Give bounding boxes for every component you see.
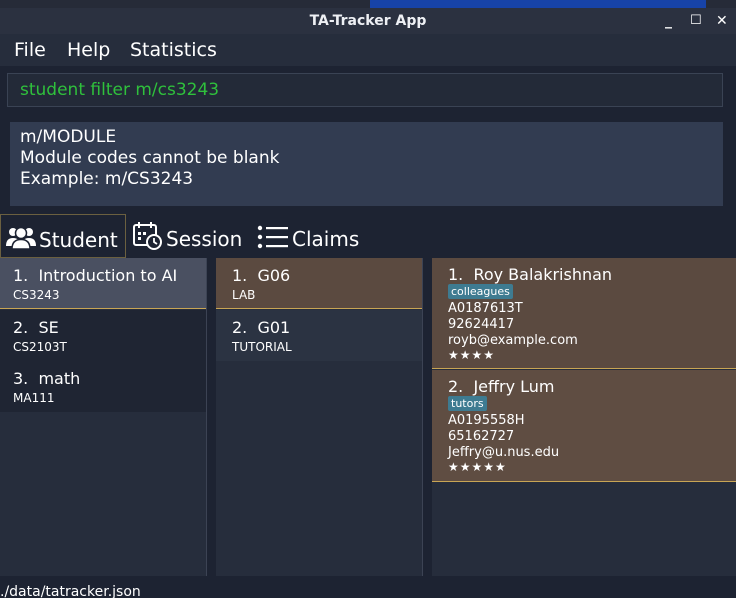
minimize-icon[interactable]: _ xyxy=(665,8,672,34)
result-line-3: Example: m/CS3243 xyxy=(20,169,194,189)
window-title: TA-Tracker App xyxy=(309,13,427,29)
tab-session-label: Session xyxy=(166,227,243,251)
group-type: TUTORIAL xyxy=(232,340,292,354)
users-icon xyxy=(6,226,36,250)
student-email: royb@example.com xyxy=(448,333,578,348)
data-file-path: ./data/tatracker.json xyxy=(0,584,141,598)
result-line-2: Module codes cannot be blank xyxy=(20,148,280,168)
student-list: 1. Roy Balakrishnan colleagues A0187613T… xyxy=(432,258,736,576)
module-card[interactable]: 2. SE CS2103T xyxy=(0,310,206,361)
title-bar[interactable]: TA-Tracker App _ ☐ ✕ xyxy=(0,8,736,34)
group-card[interactable]: 1. G06 LAB xyxy=(216,258,422,309)
maximize-icon[interactable]: ☐ xyxy=(690,8,702,34)
status-bar: ./data/tatracker.json xyxy=(0,576,736,598)
tab-student-label: Student xyxy=(39,228,118,252)
tag-badge: colleagues xyxy=(448,284,513,299)
star-rating: ★★★★★ xyxy=(448,460,507,474)
command-input[interactable] xyxy=(8,74,722,106)
module-code: CS3243 xyxy=(13,288,60,302)
star-rating: ★★★★ xyxy=(448,348,496,362)
menu-statistics[interactable]: Statistics xyxy=(130,39,217,61)
list-icon xyxy=(257,225,288,249)
menu-help[interactable]: Help xyxy=(67,39,110,61)
student-name: 1. Roy Balakrishnan xyxy=(448,265,613,284)
group-title: 2. G01 xyxy=(232,318,291,337)
group-list: 1. G06 LAB 2. G01 TUTORIAL xyxy=(216,258,423,576)
desktop-strip xyxy=(0,0,736,8)
command-box xyxy=(7,73,723,107)
module-title: 1. Introduction to AI xyxy=(13,266,178,285)
module-card[interactable]: 1. Introduction to AI CS3243 xyxy=(0,258,206,309)
result-line-1: m/MODULE xyxy=(20,127,117,147)
group-card[interactable]: 2. G01 TUTORIAL xyxy=(216,310,422,361)
student-matric: A0187613T xyxy=(448,301,523,316)
calendar-clock-icon xyxy=(133,222,162,250)
student-phone: 65162727 xyxy=(448,429,515,444)
result-display: m/MODULE Module codes cannot be blank Ex… xyxy=(10,122,723,206)
tag-badge: tutors xyxy=(448,396,487,411)
desktop-strip-highlight xyxy=(370,0,706,8)
menu-bar: File Help Statistics xyxy=(0,34,736,66)
student-email: Jeffry@u.nus.edu xyxy=(448,445,560,460)
module-list: 1. Introduction to AI CS3243 2. SE CS210… xyxy=(0,258,207,576)
module-title: 2. SE xyxy=(13,318,59,337)
tab-session[interactable]: Session xyxy=(130,214,250,258)
module-title: 3. math xyxy=(13,369,81,388)
student-card[interactable]: 2. Jeffry Lum tutors A0195558H 65162727 … xyxy=(432,370,736,482)
student-card[interactable]: 1. Roy Balakrishnan colleagues A0187613T… xyxy=(432,258,736,369)
menu-file[interactable]: File xyxy=(14,39,46,61)
group-title: 1. G06 xyxy=(232,266,291,285)
module-code: MA111 xyxy=(13,391,55,405)
student-phone: 92624417 xyxy=(448,317,515,332)
close-icon[interactable]: ✕ xyxy=(716,8,728,34)
student-name: 2. Jeffry Lum xyxy=(448,377,555,396)
student-matric: A0195558H xyxy=(448,413,525,428)
module-code: CS2103T xyxy=(13,340,67,354)
tab-claims-label: Claims xyxy=(292,227,360,251)
tab-student[interactable]: Student xyxy=(0,214,126,258)
module-card[interactable]: 3. math MA111 xyxy=(0,361,206,412)
group-type: LAB xyxy=(232,288,256,302)
tab-claims[interactable]: Claims xyxy=(254,214,366,258)
